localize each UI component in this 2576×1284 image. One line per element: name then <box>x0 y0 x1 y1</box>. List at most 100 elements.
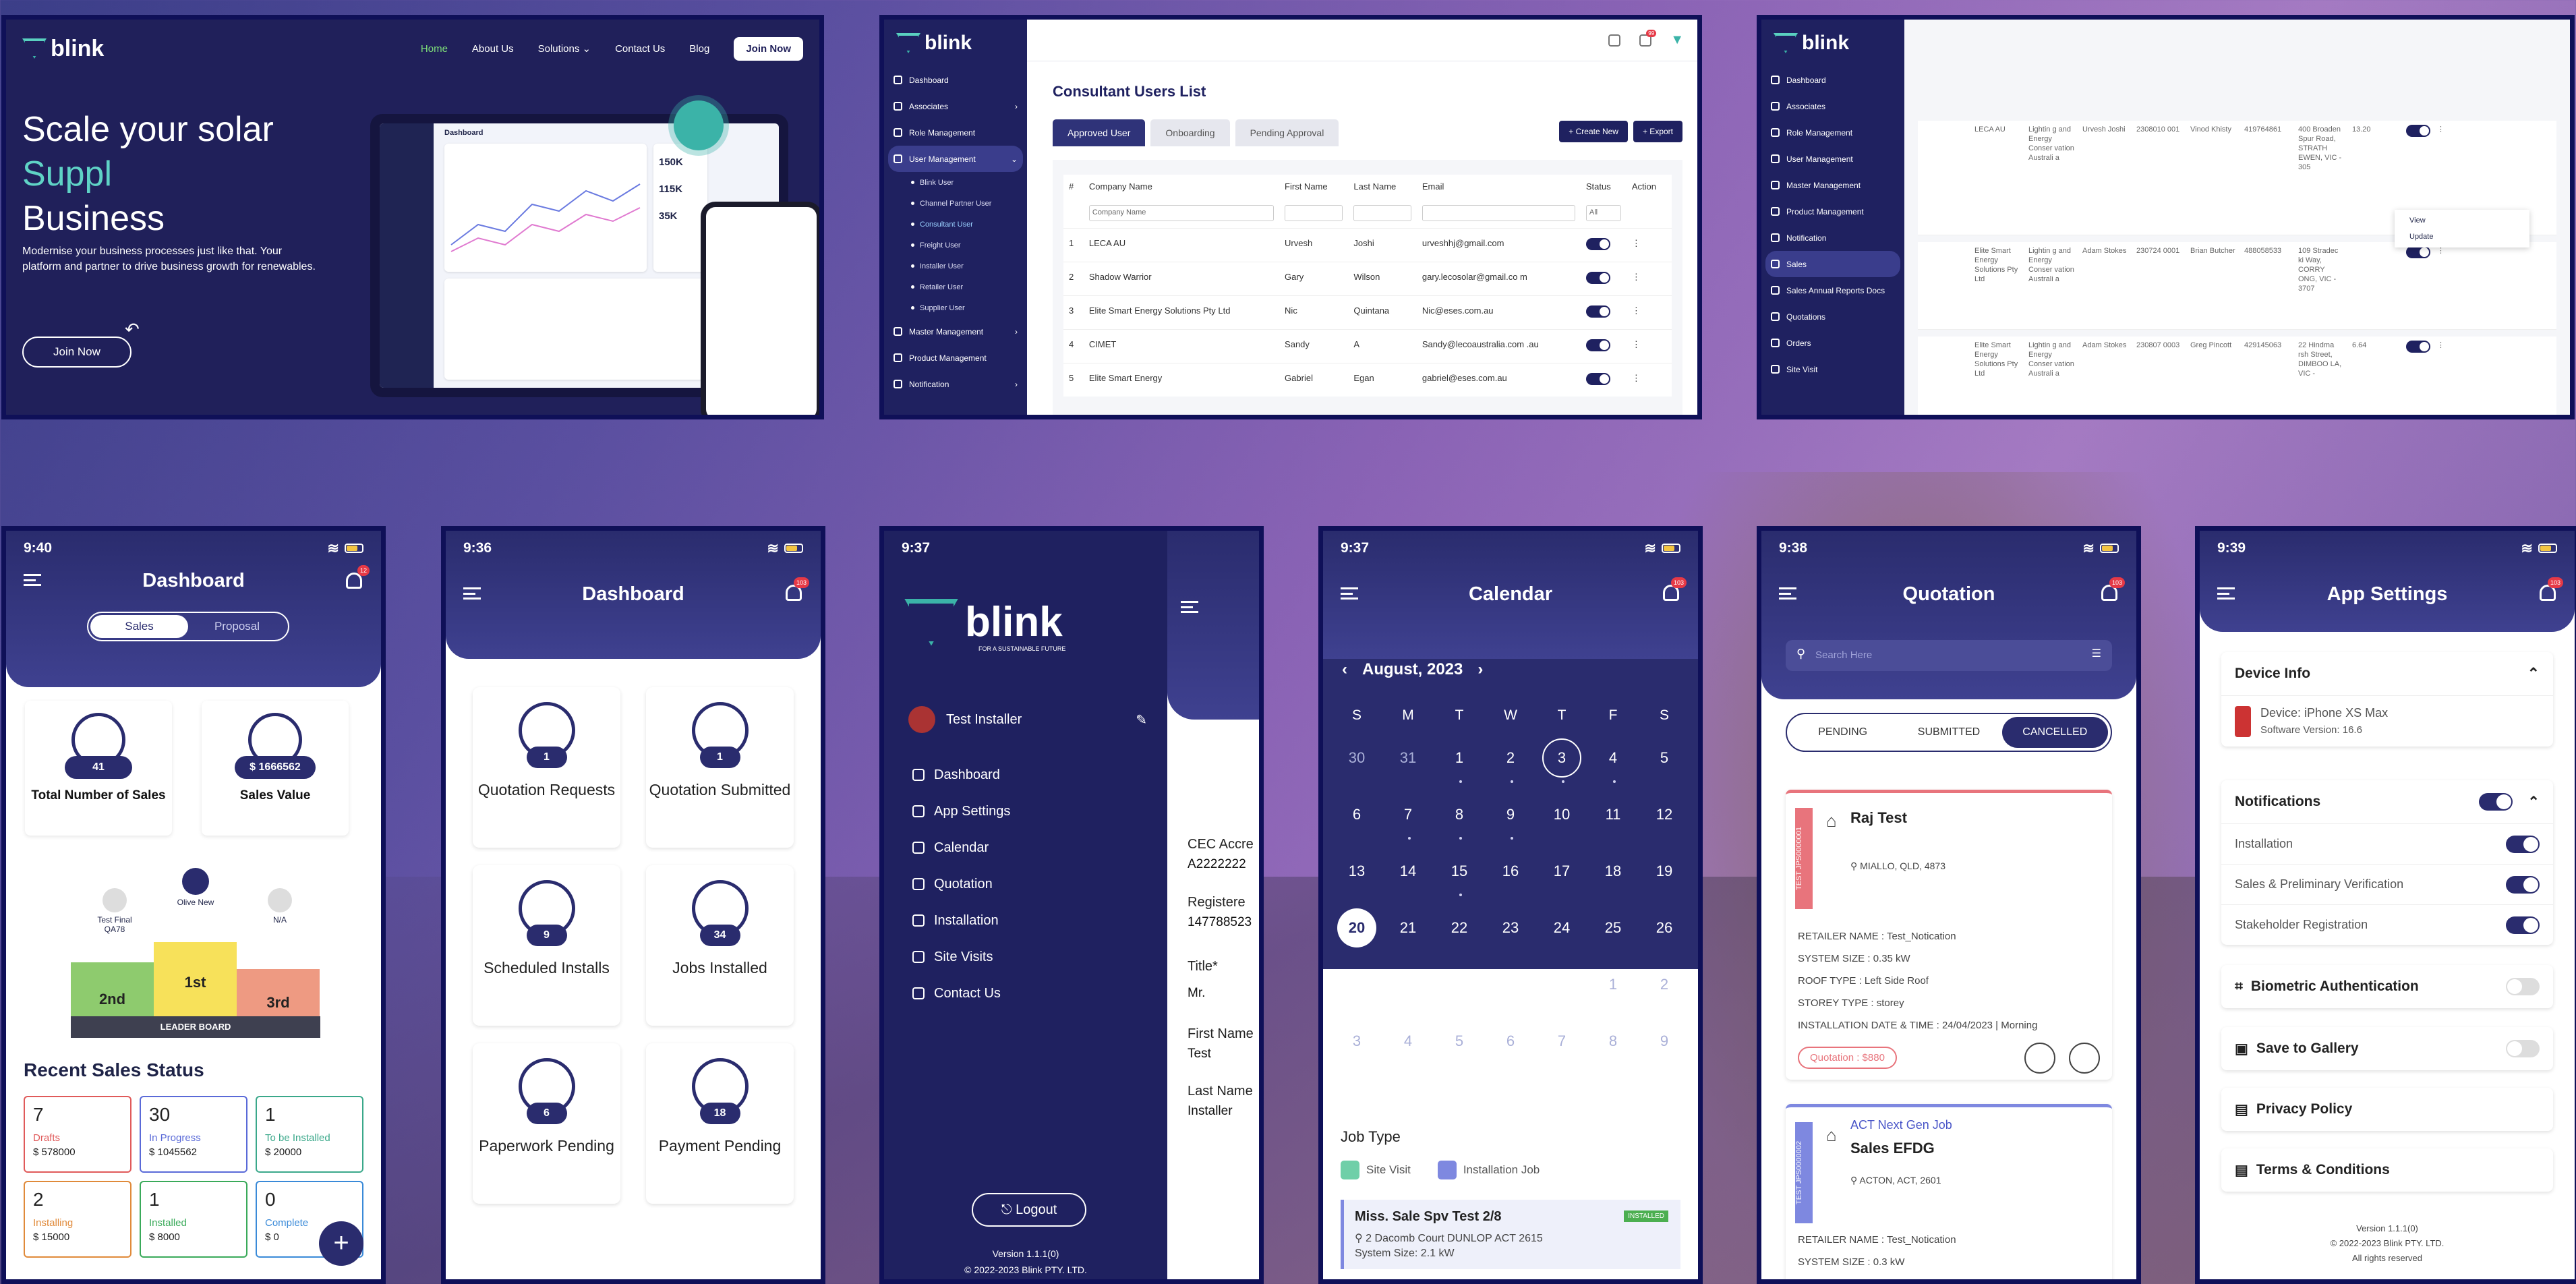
calendar-day[interactable]: 23 <box>1485 908 1536 950</box>
first-name-filter[interactable] <box>1285 205 1343 221</box>
sidebar-item-associates[interactable]: Associates <box>1761 93 1904 119</box>
calendar-day[interactable]: 26 <box>1639 908 1690 950</box>
calendar-day[interactable]: 1 <box>1587 965 1639 1007</box>
calendar-day[interactable]: 19 <box>1639 852 1690 894</box>
calendar-day[interactable]: 18 <box>1587 852 1639 894</box>
sidebar-item-quotations[interactable]: Quotations <box>1761 303 1904 330</box>
sidebar-item-role-management[interactable]: Role Management <box>884 119 1027 146</box>
seg-sales[interactable]: Sales <box>90 615 188 638</box>
calendar-day[interactable]: 5 <box>1639 738 1690 780</box>
job-card[interactable]: Miss. Sale Spv Test 2/8 INSTALLED ⚲ 2 Da… <box>1341 1200 1680 1269</box>
sidebar-sub-consultant[interactable]: Consultant User <box>884 214 1027 235</box>
calendar-day[interactable]: 20 <box>1331 908 1382 950</box>
notifications-toggle[interactable] <box>2479 793 2513 811</box>
calendar-day[interactable]: 17 <box>1536 852 1587 894</box>
sidebar-sub-retailer[interactable]: Retailer User <box>884 276 1027 297</box>
hero-join-button[interactable]: Join Now <box>22 337 131 368</box>
status-filter-select[interactable]: All <box>1585 205 1621 221</box>
calendar-day[interactable]: 8 <box>1587 1022 1639 1063</box>
calendar-day[interactable]: 30 <box>1331 738 1382 780</box>
sidebar-item-role-management[interactable]: Role Management <box>1761 119 1904 146</box>
dashboard-card[interactable]: 9 Scheduled Installs <box>473 865 620 1026</box>
sidebar-sub-blink-user[interactable]: Blink User <box>884 172 1027 193</box>
more-vertical-icon[interactable]: ⋮ <box>1632 272 1641 282</box>
bell-icon[interactable]: 103 <box>1663 577 1687 601</box>
biometric-toggle[interactable] <box>2506 978 2540 995</box>
dashboard-card[interactable]: 1 Quotation Requests <box>473 687 620 848</box>
bell-icon[interactable]: 103 <box>786 577 809 601</box>
export-button[interactable]: + Export <box>1633 121 1682 142</box>
quotation-card[interactable]: TEST JPS0000002 ⌂ ACT Next Gen Job Sales… <box>1786 1104 2112 1279</box>
add-button[interactable]: + <box>319 1221 363 1266</box>
sidebar-item-master-management[interactable]: Master Management › <box>884 318 1027 345</box>
dashboard-card[interactable]: 34 Jobs Installed <box>646 865 794 1026</box>
sidebar-item-product-management[interactable]: Product Management <box>1761 198 1904 225</box>
tab-pending[interactable]: PENDING <box>1790 717 1896 748</box>
blink-avatar-icon[interactable]: ▼ <box>1670 32 1684 48</box>
status-tile[interactable]: 2 Installing $ 15000 <box>24 1181 131 1258</box>
calendar-day[interactable]: 11 <box>1587 795 1639 837</box>
calendar-day[interactable]: 2 <box>1639 965 1690 1007</box>
sidebar-item-associates[interactable]: Associates › <box>884 93 1027 119</box>
drawer-item-dashboard[interactable]: Dashboard <box>912 757 1010 793</box>
sidebar-item-notification[interactable]: Notification › <box>884 371 1027 397</box>
drawer-item-quotation[interactable]: Quotation <box>912 866 1010 902</box>
status-tile[interactable]: 1 Installed $ 8000 <box>140 1181 247 1258</box>
phone-icon[interactable] <box>2024 1043 2055 1074</box>
email-filter[interactable] <box>1422 205 1575 221</box>
calendar-day[interactable]: 22 <box>1434 908 1485 950</box>
calendar-day[interactable]: 30 <box>1485 965 1536 1007</box>
stakeholder-toggle[interactable] <box>2506 916 2540 934</box>
sidebar-item-notification[interactable]: Notification <box>1761 225 1904 251</box>
tab-onboarding[interactable]: Onboarding <box>1150 119 1230 146</box>
bell-icon[interactable]: 103 <box>2101 577 2125 601</box>
bell-icon[interactable]: 103 <box>2540 577 2563 601</box>
sidebar-item-master-management[interactable]: Master Management <box>1761 172 1904 198</box>
drawer-item-installation[interactable]: Installation <box>912 902 1010 939</box>
dashboard-card[interactable]: 18 Payment Pending <box>646 1043 794 1204</box>
status-toggle[interactable] <box>1585 272 1610 284</box>
menu-icon[interactable] <box>1181 601 1198 613</box>
drawer-item-contact-us[interactable]: Contact Us <box>912 975 1010 1012</box>
create-new-button[interactable]: + Create New <box>1559 121 1628 142</box>
sidebar-item-site-visit[interactable]: Site Visit <box>1761 356 1904 382</box>
nav-home[interactable]: Home <box>421 43 448 55</box>
more-vertical-icon[interactable]: ⋮ <box>2437 341 2445 415</box>
status-tile[interactable]: 1 To be Installed $ 20000 <box>256 1096 363 1173</box>
sidebar-sub-supplier[interactable]: Supplier User <box>884 297 1027 318</box>
kpi-total-sales[interactable]: 41 Total Number of Sales <box>25 701 172 836</box>
calendar-day[interactable]: 3 <box>1331 1022 1382 1063</box>
nav-about[interactable]: About Us <box>472 43 514 55</box>
device-info-header[interactable]: Device Info ⌃ <box>2221 652 2553 695</box>
chevron-left-icon[interactable]: ‹ <box>1342 660 1347 679</box>
search-input[interactable]: Search Here <box>1786 640 2112 671</box>
status-toggle[interactable] <box>1585 238 1610 250</box>
privacy-row[interactable]: ▤ Privacy Policy <box>2221 1088 2553 1131</box>
dashboard-card[interactable]: 1 Quotation Submitted <box>646 687 794 848</box>
status-toggle[interactable] <box>2406 341 2430 353</box>
terms-section[interactable]: ▤ Terms & Conditions <box>2221 1148 2553 1192</box>
calendar-day[interactable]: 1 <box>1434 738 1485 783</box>
bell-icon[interactable]: 12 <box>346 565 370 589</box>
sidebar-item-dashboard[interactable]: Dashboard <box>1761 67 1904 93</box>
gallery-toggle[interactable] <box>2506 1040 2540 1057</box>
calendar-day[interactable]: 31 <box>1382 738 1434 780</box>
calendar-day[interactable]: 5 <box>1434 1022 1485 1063</box>
sidebar-item-dashboard[interactable]: Dashboard <box>884 67 1027 93</box>
calendar-day[interactable]: 16 <box>1485 852 1536 894</box>
kpi-sales-value[interactable]: $ 1666562 Sales Value <box>202 701 349 836</box>
bell-icon[interactable]: 99 <box>1639 29 1657 47</box>
calendar-day[interactable]: 25 <box>1587 908 1639 950</box>
calendar-day[interactable]: 13 <box>1331 852 1382 894</box>
status-toggle[interactable] <box>2406 246 2430 258</box>
calendar-day[interactable]: 14 <box>1382 852 1434 894</box>
blink-logo[interactable]: blink <box>1761 20 1904 67</box>
calendar-day[interactable]: 27 <box>1331 965 1382 1007</box>
last-name-filter[interactable] <box>1353 205 1411 221</box>
more-vertical-icon[interactable]: ⋮ <box>1632 238 1641 248</box>
drawer-item-calendar[interactable]: Calendar <box>912 829 1010 866</box>
sales-verification-toggle[interactable] <box>2506 875 2540 894</box>
calendar-day[interactable]: 6 <box>1485 1022 1536 1063</box>
sidebar-item-user-management[interactable]: User Management ⌄ <box>888 146 1023 172</box>
mail-icon[interactable] <box>1608 34 1621 47</box>
